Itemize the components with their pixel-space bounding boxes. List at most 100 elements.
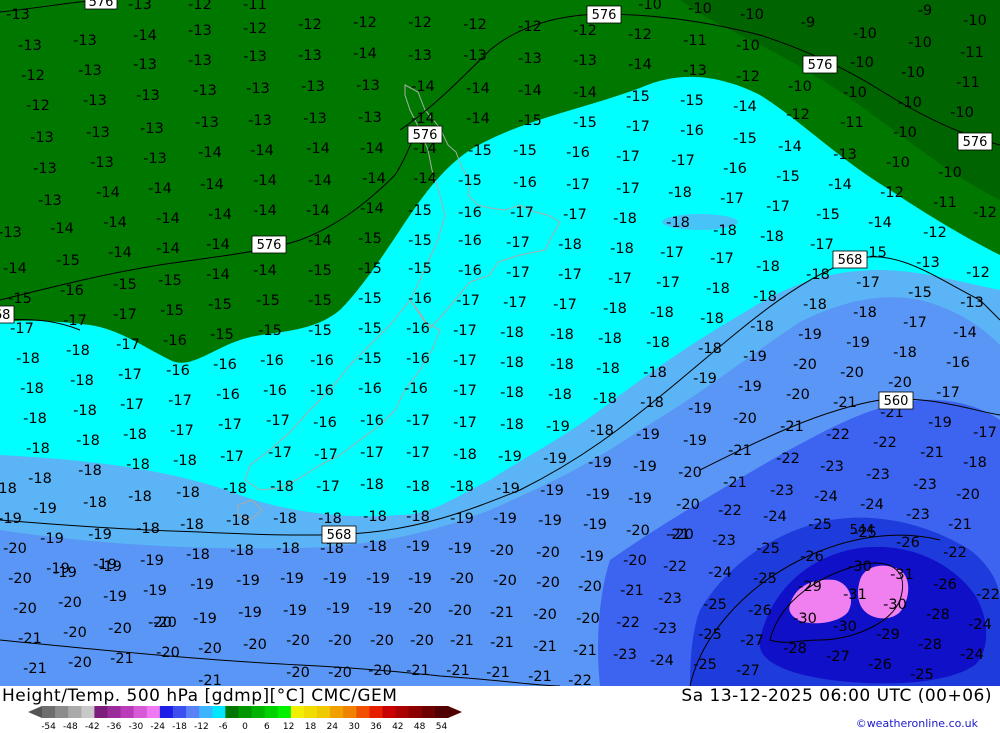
height-label-box: 576 bbox=[957, 132, 993, 151]
temperature-value: -18 bbox=[500, 417, 524, 433]
temperature-value: -18 bbox=[590, 423, 614, 439]
legend-tick-label: -6 bbox=[219, 722, 228, 732]
temperature-value: -18 bbox=[548, 387, 572, 403]
temperature-value: -17 bbox=[720, 191, 744, 207]
temperature-value: -15 bbox=[680, 93, 704, 109]
temperature-value: -16 bbox=[458, 263, 482, 279]
legend-tick-label: -36 bbox=[107, 722, 122, 732]
temperature-value: -19 bbox=[408, 571, 432, 587]
temperature-value: -10 bbox=[893, 125, 917, 141]
legend-swatch bbox=[186, 706, 200, 718]
weather-map: -13 -13 -12 -11 -10 -10 -10 -9 -10 -13 -13 -14 -13 -1… bbox=[0, 0, 1000, 686]
temperature-value: -19 bbox=[693, 371, 717, 387]
temperature-value: -17 bbox=[558, 267, 582, 283]
svg-text:568: 568 bbox=[327, 528, 352, 543]
temperature-value: -14 bbox=[206, 237, 230, 253]
temperature-value: -19 bbox=[406, 539, 430, 555]
temperature-value: -16 bbox=[680, 123, 704, 139]
temperature-value: -17 bbox=[656, 275, 680, 291]
temperature-value: -31 bbox=[843, 587, 867, 603]
svg-text:576: 576 bbox=[808, 58, 833, 73]
legend-tick-label: 54 bbox=[436, 722, 448, 732]
temperature-value: -19 bbox=[583, 517, 607, 533]
temperature-value: -13 bbox=[188, 53, 212, 69]
temperature-value: -17 bbox=[616, 149, 640, 165]
legend-swatch bbox=[107, 706, 122, 718]
temperature-value: -18 bbox=[270, 479, 294, 495]
temperature-value: -27 bbox=[826, 649, 850, 665]
temperature-value: -14 bbox=[200, 177, 224, 193]
copyright-link[interactable]: ©weatheronline.co.uk bbox=[856, 717, 978, 730]
temperature-value: -23 bbox=[913, 477, 937, 493]
temperature-value: -13 bbox=[518, 51, 542, 67]
temperature-value: -15 bbox=[518, 113, 542, 129]
temperature-value: -15 bbox=[8, 291, 32, 307]
temperature-value: -20 bbox=[578, 579, 602, 595]
legend-swatch bbox=[290, 706, 305, 718]
temperature-value: -20 bbox=[676, 497, 700, 513]
temperature-value: -28 bbox=[783, 641, 807, 657]
temperature-value: -14 bbox=[103, 215, 127, 231]
temperature-value: -20 bbox=[623, 553, 647, 569]
temperature-value: -14 bbox=[156, 241, 180, 257]
temperature-value: -19 bbox=[368, 601, 392, 617]
temperature-value: -15 bbox=[358, 291, 382, 307]
temperature-value: -23 bbox=[658, 591, 682, 607]
height-label-box: 576 bbox=[586, 5, 622, 24]
temperature-value: -20 bbox=[888, 375, 912, 391]
temperature-value: -21 bbox=[948, 517, 972, 533]
temperature-value: -16 bbox=[358, 381, 382, 397]
temperature-value: -14 bbox=[360, 141, 384, 157]
temperature-value: -11 bbox=[840, 115, 864, 131]
legend-swatch bbox=[408, 706, 423, 718]
legend-swatch bbox=[94, 706, 108, 718]
temperature-value: -24 bbox=[968, 617, 992, 633]
temperature-value: -19 bbox=[586, 487, 610, 503]
temperature-value: -15 bbox=[573, 115, 597, 131]
temperature-value: -14 bbox=[411, 111, 435, 127]
temperature-value: -19 bbox=[636, 427, 660, 443]
svg-text:576: 576 bbox=[963, 135, 988, 150]
legend-tick-label: -30 bbox=[129, 722, 144, 732]
temperature-value: -9 bbox=[801, 15, 815, 31]
temperature-value: -14 bbox=[308, 233, 332, 249]
temperature-value: -19 bbox=[588, 455, 612, 471]
temperature-value: -11 bbox=[683, 33, 707, 49]
temperature-value: -19 bbox=[743, 349, 767, 365]
legend-tick-label: 48 bbox=[414, 722, 426, 732]
temperature-value: -18 bbox=[666, 215, 690, 231]
temperature-value: -21 bbox=[18, 631, 42, 647]
legend-swatch bbox=[238, 706, 253, 718]
temperature-value: -16 bbox=[263, 383, 287, 399]
legend-swatch bbox=[369, 706, 384, 718]
temperature-value: -17 bbox=[168, 393, 192, 409]
temperature-value: -13 bbox=[243, 49, 267, 65]
temperature-value: -13 bbox=[195, 115, 219, 131]
temperature-value: -19 bbox=[366, 571, 390, 587]
temperature-value: -14 bbox=[353, 46, 377, 62]
temperature-value: -11 bbox=[956, 75, 980, 91]
temperature-value: -16 bbox=[310, 383, 334, 399]
temperature-value: -17 bbox=[766, 199, 790, 215]
legend-tick-label: 36 bbox=[370, 722, 382, 732]
legend-tick-label: 18 bbox=[305, 722, 317, 732]
legend-tick-label: -42 bbox=[85, 722, 100, 732]
temperature-value: -18 bbox=[640, 395, 664, 411]
temperature-value: -20 bbox=[68, 655, 92, 671]
temperature-value: -22 bbox=[873, 435, 897, 451]
temperature-value: -16 bbox=[458, 233, 482, 249]
temperature-value: -13 bbox=[463, 48, 487, 64]
svg-text:544: 544 bbox=[850, 523, 875, 538]
legend-swatch bbox=[382, 706, 397, 718]
temperature-value: -20 bbox=[63, 625, 87, 641]
temperature-value: -13 bbox=[193, 83, 217, 99]
temperature-value: -18 bbox=[23, 411, 47, 427]
temperature-value: -19 bbox=[326, 601, 350, 617]
temperature-value: -17 bbox=[116, 337, 140, 353]
temperature-value: -18 bbox=[646, 335, 670, 351]
temperature-value: -24 bbox=[960, 647, 984, 663]
svg-text:576: 576 bbox=[413, 128, 438, 143]
temperature-value: -18 bbox=[500, 385, 524, 401]
temperature-value: -14 bbox=[306, 203, 330, 219]
temperature-value: -17 bbox=[626, 119, 650, 135]
